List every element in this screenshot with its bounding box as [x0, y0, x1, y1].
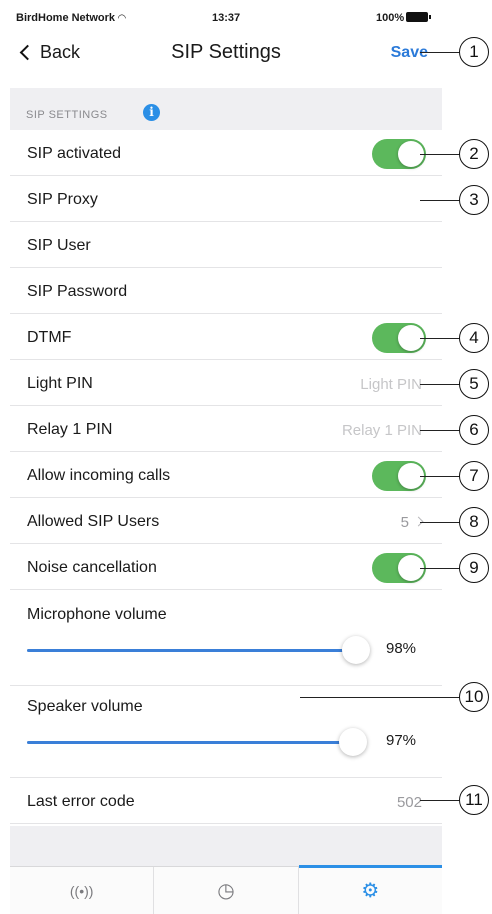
speaker-volume-block: Speaker volume 97%: [10, 686, 442, 778]
row-sip-proxy[interactable]: SIP Proxy: [10, 176, 442, 222]
callout-line: [420, 430, 460, 431]
row-last-error-code: Last error code 502: [10, 778, 442, 824]
speaker-volume-value: 97%: [386, 732, 417, 749]
callout-line: [420, 522, 460, 523]
row-sip-user[interactable]: SIP User: [10, 222, 442, 268]
slider-fill: [27, 649, 357, 652]
row-label: Last error code: [27, 793, 135, 810]
microphone-volume-label: Microphone volume: [27, 606, 167, 623]
navigation-bar: Back SIP Settings Save: [10, 34, 442, 74]
last-error-code-value: 502: [396, 794, 422, 811]
callout-marker: 2: [459, 139, 489, 169]
speaker-volume-slider[interactable]: [27, 728, 367, 756]
row-label: Allowed SIP Users: [27, 513, 160, 530]
tab-broadcast[interactable]: ((•)): [10, 867, 155, 914]
callout-line: [420, 800, 460, 801]
callout-line: [420, 200, 460, 201]
row-label: SIP activated: [27, 145, 121, 162]
relay-1-pin-field[interactable]: Relay 1 PIN: [342, 422, 422, 439]
callout-marker: 5: [459, 369, 489, 399]
row-label: SIP Password: [27, 283, 128, 300]
gear-icon: ⚙: [361, 880, 380, 902]
page-title: SIP Settings: [171, 41, 281, 63]
sip-activated-toggle[interactable]: [372, 139, 426, 169]
row-label: SIP User: [27, 237, 91, 254]
callout-line: [420, 476, 460, 477]
row-noise-cancellation: Noise cancellation: [10, 544, 442, 590]
battery-percent: 100%: [376, 12, 405, 24]
row-relay-pin: Relay 1 PIN Relay 1 PIN: [10, 406, 442, 452]
broadcast-icon: ((•)): [69, 882, 94, 899]
callout-line: [300, 697, 460, 698]
allowed-users-value: 5: [400, 514, 409, 531]
row-label: Light PIN: [27, 375, 93, 392]
callout-marker: 4: [459, 323, 489, 353]
allow-incoming-calls-toggle[interactable]: [372, 461, 426, 491]
slider-thumb[interactable]: [342, 636, 371, 664]
callout-line: [420, 568, 460, 569]
status-bar: BirdHome Network ◠ 13:37 100%: [10, 0, 442, 34]
microphone-volume-value: 98%: [386, 640, 417, 657]
row-label: SIP Proxy: [27, 191, 98, 208]
save-button[interactable]: Save: [391, 44, 428, 62]
wifi-icon: ◠: [118, 13, 126, 24]
tab-history[interactable]: ◷: [154, 867, 299, 914]
battery-indicator: 100%: [376, 12, 432, 24]
row-sip-activated: SIP activated: [10, 130, 442, 176]
light-pin-field[interactable]: Light PIN: [360, 376, 422, 393]
callout-line: [420, 154, 460, 155]
slider-thumb[interactable]: [338, 728, 367, 756]
section-title: SIP SETTINGS: [26, 109, 108, 121]
row-sip-password[interactable]: SIP Password: [10, 268, 442, 314]
callout-marker: 6: [459, 415, 489, 445]
section-header: SIP SETTINGS i: [10, 88, 442, 130]
callout-marker: 1: [459, 37, 489, 67]
row-allowed-sip-users[interactable]: Allowed SIP Users 5: [10, 498, 442, 544]
callout-line: [420, 52, 460, 53]
clock: 13:37: [212, 12, 241, 24]
callout-marker: 11: [459, 785, 489, 815]
microphone-volume-block: Microphone volume 98%: [10, 594, 442, 686]
row-label: Allow incoming calls: [27, 467, 171, 484]
row-label: Relay 1 PIN: [27, 421, 113, 438]
info-icon[interactable]: i: [143, 104, 160, 121]
sip-settings-screen: BirdHome Network ◠ 13:37 100% Back SIP Se…: [10, 0, 443, 914]
callout-marker: 10: [459, 682, 489, 712]
battery-icon: [406, 12, 432, 22]
callout-marker: 8: [459, 507, 489, 537]
slider-fill: [27, 741, 353, 744]
footer-spacer: [10, 826, 442, 866]
tab-bar: ((•)) ◷ ⚙: [10, 865, 443, 914]
row-label: DTMF: [27, 329, 72, 346]
speaker-volume-label: Speaker volume: [27, 698, 143, 715]
carrier-label: BirdHome Network ◠: [16, 12, 126, 24]
callout-marker: 3: [459, 185, 489, 215]
row-dtmf: DTMF: [10, 314, 442, 360]
row-light-pin: Light PIN Light PIN: [10, 360, 442, 406]
callout-line: [420, 338, 460, 339]
callout-line: [420, 384, 460, 385]
noise-cancellation-toggle[interactable]: [372, 553, 426, 583]
tab-settings[interactable]: ⚙: [298, 865, 443, 914]
row-allow-incoming-calls: Allow incoming calls: [10, 452, 442, 498]
callout-marker: 7: [459, 461, 489, 491]
allowed-sip-users-count: 5: [400, 514, 424, 531]
dtmf-toggle[interactable]: [372, 323, 426, 353]
row-label: Noise cancellation: [27, 559, 157, 576]
callout-marker: 9: [459, 553, 489, 583]
microphone-volume-slider[interactable]: [27, 636, 371, 664]
carrier-name: BirdHome Network: [16, 12, 116, 24]
gauge-icon: ◷: [217, 880, 235, 902]
